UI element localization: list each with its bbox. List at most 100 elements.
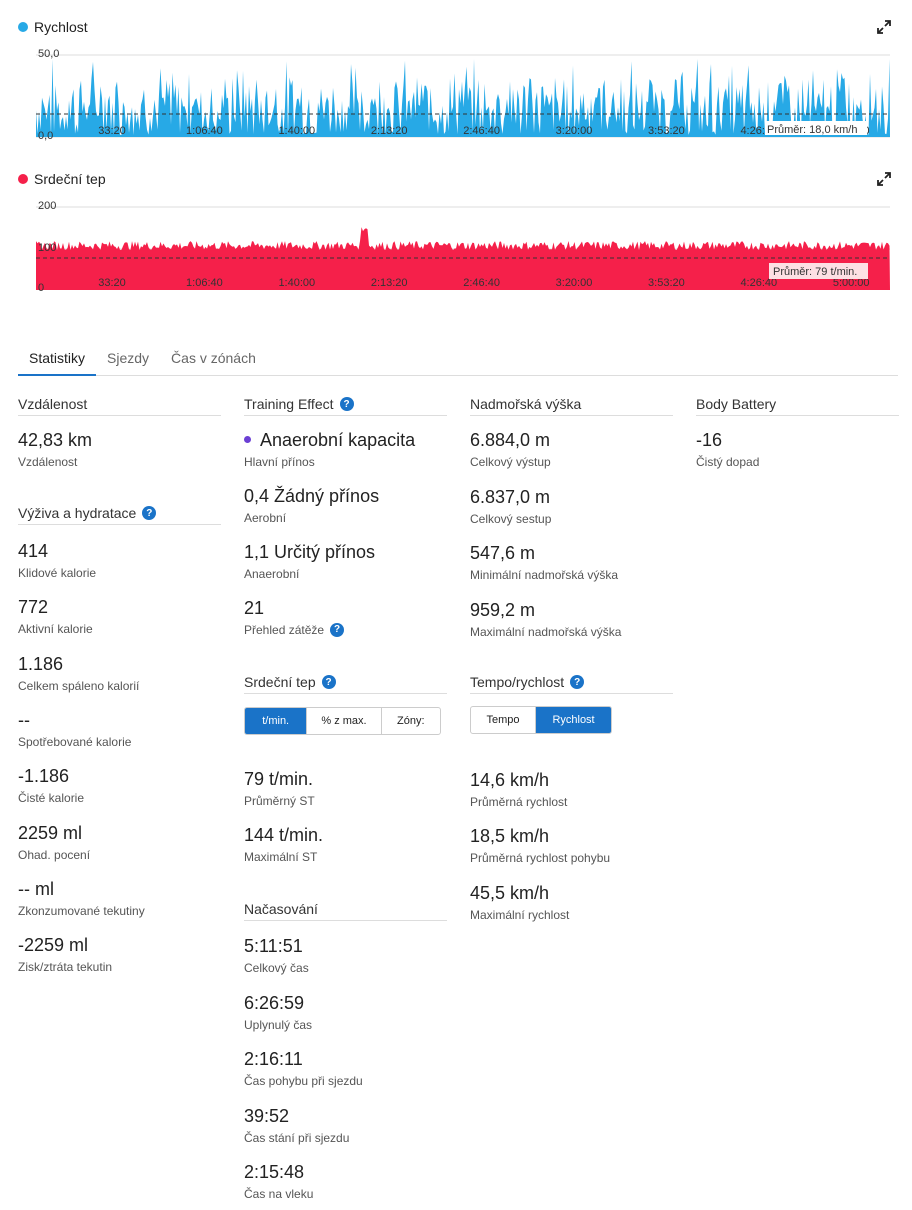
stat-label: Průměrná rychlost pohybu <box>470 851 611 866</box>
elevation-section-title: Nadmořská výška <box>470 396 673 416</box>
stat-label: Celkem spáleno kalorií <box>18 678 140 693</box>
stat-value: -- <box>18 709 30 730</box>
xtick-label: 1:40:00 <box>278 125 315 137</box>
xtick-label: 2:46:40 <box>463 125 500 137</box>
stat-label: Čisté kalorie <box>18 791 85 806</box>
help-icon[interactable]: ? <box>321 675 336 689</box>
hr-toggle-zones[interactable]: Zóny: <box>382 708 440 734</box>
stat-value: 6.884,0 m <box>470 430 551 450</box>
stats-tabs: Statistiky Sjezdy Čas v zónách <box>18 340 898 376</box>
stat-value: 547,6 m <box>470 543 536 563</box>
pace-toggle-tempo[interactable]: Tempo <box>471 707 537 733</box>
te-main-stat: Anaerobní kapacita Hlavní přínos <box>244 429 415 469</box>
stat-value: -2259 ml <box>18 935 89 956</box>
hr-toggle-bpm[interactable]: t/min. <box>245 708 308 734</box>
heart-ytick-top: 200 <box>38 200 56 212</box>
stat-item: 45,5 km/h Maximální rychlost <box>470 882 569 922</box>
body-battery-section-title: Body Battery <box>696 396 899 416</box>
pace-toggle-speed[interactable]: Rychlost <box>536 707 611 733</box>
stat-label: Celkový výstup <box>470 455 551 469</box>
column-training-hr-timing: Training Effect ? Anaerobní kapacita Hla… <box>244 396 447 1206</box>
stat-value: 414 <box>18 541 49 561</box>
xtick-label: 1:06:40 <box>186 277 223 289</box>
stat-value: -1.186 <box>18 766 70 787</box>
stat-value: 5:11:51 <box>244 936 303 956</box>
help-icon[interactable]: ? <box>142 506 157 520</box>
stat-value: 772 <box>18 597 49 618</box>
heart-average-label: Průměr: 79 t/min. <box>773 266 857 278</box>
xtick-label: 2:13:20 <box>371 125 408 137</box>
distance-section-title: Vzdálenost <box>18 396 221 416</box>
te-aerobic-stat: 0,4 Žádný přínos Aerobní <box>244 485 379 525</box>
hr-max-stat: 144 t/min. Maximální ST <box>244 824 323 864</box>
stat-item: 6.837,0 m Celkový sestup <box>470 486 551 526</box>
stat-label: Uplynulý čas <box>244 1017 313 1032</box>
xtick-label: 3:53:20 <box>648 125 685 137</box>
stat-value: 6:26:59 <box>244 992 305 1013</box>
te-dot-icon <box>244 435 251 443</box>
stat-label: Celkový čas <box>244 961 309 975</box>
hr-toggle-percent-max[interactable]: % z max. <box>307 708 382 734</box>
training-effect-section-title: Training Effect ? <box>244 396 447 416</box>
heart-xaxis: 33:20 1:06:40 1:40:00 2:13:20 2:46:40 3:20:00… <box>98 277 869 289</box>
stat-value: 2:16:11 <box>244 1049 303 1069</box>
heart-ytick-mid: 100 <box>38 242 56 254</box>
tab-cas-v-zonach[interactable]: Čas v zónách <box>160 340 267 376</box>
stat-item: -- ml Zkonzumované tekutiny <box>18 878 145 918</box>
stat-value: 21 <box>244 598 265 618</box>
te-load-stat: 21 Přehled zátěže? <box>244 597 345 637</box>
xtick-label: 3:53:20 <box>648 277 685 289</box>
te-anaerobic-stat: 1,1 Určitý přínos Anaerobní <box>244 541 375 581</box>
stat-label: Ohad. pocení <box>18 847 91 862</box>
xtick-label: 33:20 <box>98 277 126 289</box>
stat-label: Čas na vleku <box>244 1187 314 1201</box>
stat-label: Spotřebované kalorie <box>18 734 132 749</box>
stat-item: 39:52 Čas stání při sjezdu <box>244 1105 349 1145</box>
stat-value: 2:15:48 <box>244 1162 305 1182</box>
xtick-label: 1:06:40 <box>186 125 223 137</box>
hr-avg-stat: 79 t/min. Průměrný ST <box>244 768 315 808</box>
column-elevation-pace: Nadmořská výška 6.884,0 m Celkový výstup 6… <box>470 396 673 936</box>
xtick-label: 3:20:00 <box>556 125 593 137</box>
tab-statistiky[interactable]: Statistiky <box>18 340 97 376</box>
speed-chart-panel: Rychlost 50,0 33:20 1:06:40 1:40:00 2:13:20… <box>0 17 912 142</box>
stat-label: Aktivní kalorie <box>18 622 93 637</box>
distance-stat: 42,83 km Vzdálenost <box>18 429 92 469</box>
stat-item: 6.884,0 m Celkový výstup <box>470 429 551 469</box>
hr-section-title: Srdeční tep ? <box>244 674 447 694</box>
tab-sjezdy[interactable]: Sjezdy <box>96 340 160 376</box>
xtick-label: 1:40:00 <box>278 277 315 289</box>
stat-value: Anaerobní kapacita <box>260 430 416 450</box>
help-icon[interactable]: ? <box>330 623 345 637</box>
stat-value: 18,5 km/h <box>470 826 550 847</box>
stat-label: Anaerobní <box>244 567 300 581</box>
stat-label: Přehled zátěže? <box>244 623 345 637</box>
stat-item: 1.186 Celkem spáleno kalorií <box>18 653 139 693</box>
stat-item: 2:16:11 Čas pohybu při sjezdu <box>244 1048 363 1088</box>
stat-value: 0,4 Žádný přínos <box>244 486 380 506</box>
stat-item: 6:26:59 Uplynulý čas <box>244 992 312 1032</box>
stat-label: Minimální nadmořská výška <box>470 568 619 582</box>
pace-unit-toggle: Tempo Rychlost <box>470 706 612 734</box>
stat-item: 2:15:48 Čas na vleku <box>244 1161 313 1201</box>
stat-value: 1,1 Určitý přínos <box>244 542 376 562</box>
stat-label: Hlavní přínos <box>244 455 315 469</box>
stat-label: Průměrná rychlost <box>470 795 568 809</box>
stat-item: 414 Klidové kalorie <box>18 540 96 580</box>
stat-label: Celkový sestup <box>470 511 552 526</box>
stat-value: 144 t/min. <box>244 825 324 845</box>
stat-label: Klidové kalorie <box>18 566 97 580</box>
column-body-battery: Body Battery -16 Čistý dopad <box>696 396 899 496</box>
help-icon[interactable]: ? <box>339 397 354 411</box>
stat-value: 2259 ml <box>18 822 83 843</box>
heart-chart-panel: Srdeční tep 200 100 33:20 1:06:40 1:40:00 2… <box>0 169 912 299</box>
stat-value: 14,6 km/h <box>470 770 550 790</box>
help-icon[interactable]: ? <box>570 675 585 689</box>
xtick-label: 3:20:00 <box>556 277 593 289</box>
speed-average-label: Průměr: 18,0 km/h <box>767 124 857 136</box>
heart-chart-plot: 200 100 33:20 1:06:40 1:40:00 2:13:20 2:46:4… <box>36 200 890 294</box>
pace-section-title: Tempo/rychlost ? <box>470 674 673 694</box>
column-distance-nutrition: Vzdálenost 42,83 km Vzdálenost Výživa a … <box>18 396 221 996</box>
stat-label: Maximální nadmořská výška <box>470 624 622 639</box>
hr-unit-toggle: t/min. % z max. Zóny: <box>244 707 441 735</box>
